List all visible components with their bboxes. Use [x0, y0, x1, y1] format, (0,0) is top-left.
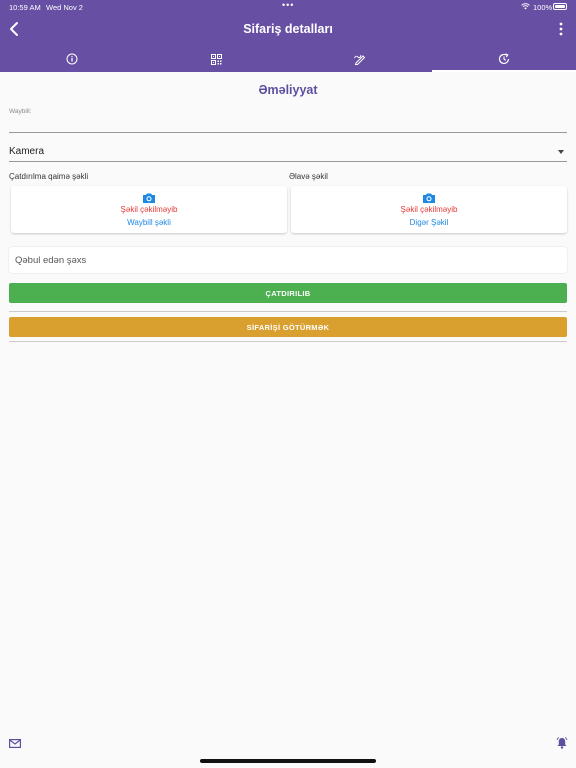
info-icon	[66, 53, 78, 65]
delivery-image-label: Çatdırılma qaimə şəkli	[9, 172, 89, 181]
multitasking-dots: •••	[282, 0, 295, 10]
camera-select-underline	[9, 161, 567, 162]
extra-image-status: Şəkil çəkilməyib	[400, 205, 458, 214]
wifi-icon	[521, 3, 530, 10]
battery-icon	[553, 3, 567, 10]
status-date: Wed Nov 2	[46, 3, 83, 12]
waybill-label: Waybill:	[9, 108, 32, 115]
divider	[9, 311, 567, 312]
camera-icon	[423, 193, 435, 203]
notification-bell-icon[interactable]	[556, 737, 568, 749]
delivered-button[interactable]: ÇATDIRILIB	[9, 283, 567, 303]
page-title: Sifariş detalları	[243, 22, 333, 36]
section-title: Əməliyyat	[258, 83, 318, 97]
bottom-bar	[0, 730, 576, 768]
extra-image-card[interactable]: Şəkil çəkilməyib Digər Şəkil	[291, 186, 567, 233]
other-photo-link[interactable]: Digər Şəkil	[291, 218, 567, 227]
camera-select[interactable]: Kamera	[9, 146, 567, 160]
receiver-input[interactable]: Qəbul edən şəxs	[9, 247, 567, 273]
qr-code-icon	[210, 53, 222, 65]
waybill-input[interactable]	[9, 116, 567, 132]
tab-history[interactable]	[432, 46, 576, 72]
delivery-image-card[interactable]: Şəkil çəkilməyib Waybill şəkli	[11, 186, 287, 233]
camera-select-value: Kamera	[9, 146, 45, 157]
divider	[9, 341, 567, 342]
mail-icon[interactable]	[9, 739, 21, 748]
signature-icon	[354, 54, 366, 65]
tab-bar	[0, 46, 576, 72]
camera-icon	[143, 193, 155, 203]
tab-signature[interactable]	[288, 46, 432, 72]
app-header: 10:59 AM Wed Nov 2 ••• 100% Sifariş deta…	[0, 0, 576, 72]
battery-percent: 100%	[533, 3, 553, 12]
dropdown-caret-icon	[558, 150, 564, 154]
home-indicator	[200, 759, 376, 763]
waybill-underline	[9, 132, 567, 133]
tab-info[interactable]	[0, 46, 144, 72]
more-vert-icon[interactable]	[555, 22, 567, 36]
waybill-photo-link[interactable]: Waybill şəkli	[11, 218, 287, 227]
pickup-order-button[interactable]: SİFARİŞİ GÖTÜRMƏK	[9, 317, 567, 337]
extra-image-label: Əlavə şəkil	[289, 172, 328, 181]
status-time: 10:59 AM	[9, 3, 41, 12]
tab-qr[interactable]	[144, 46, 288, 72]
delivery-image-status: Şəkil çəkilməyib	[120, 205, 178, 214]
status-bar: 10:59 AM Wed Nov 2 ••• 100%	[0, 0, 576, 14]
history-icon	[498, 53, 510, 65]
